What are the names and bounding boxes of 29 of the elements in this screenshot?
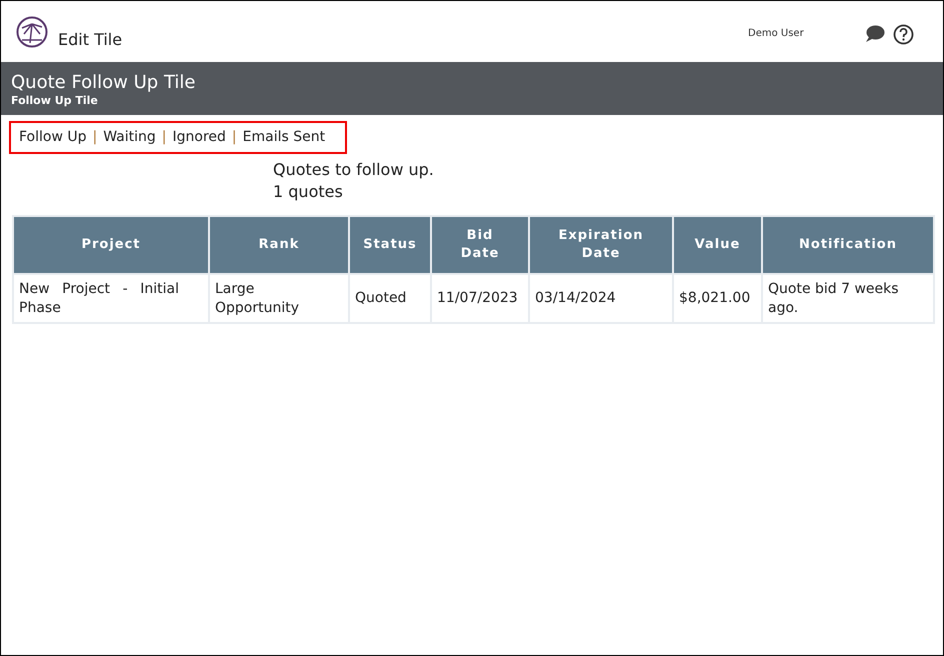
tab-link[interactable]: Ignored xyxy=(172,127,226,148)
tab-link[interactable]: Emails Sent xyxy=(242,127,326,148)
tab-link[interactable]: Waiting xyxy=(103,127,156,148)
column-header: Bid Date xyxy=(460,227,500,263)
banner-subtitle: Follow Up Tile xyxy=(11,94,99,108)
column-header: Project xyxy=(81,236,141,254)
page-title: Edit Tile xyxy=(58,32,122,48)
summary-text: Quotes to follow up. xyxy=(273,159,435,181)
table-cell: Large Opportunity xyxy=(215,280,300,318)
tab-separator: | xyxy=(162,128,166,147)
table-cell: 11/07/2023 xyxy=(437,290,518,306)
user-name[interactable]: Demo User xyxy=(748,26,804,41)
banner-title: Quote Follow Up Tile xyxy=(11,72,196,94)
table-cell: $8,021.00 xyxy=(679,290,750,306)
help-icon[interactable] xyxy=(893,24,914,45)
tab-separator: | xyxy=(92,128,98,147)
table-cell: 03/14/2024 xyxy=(535,290,616,306)
quote-count: 1 quotes xyxy=(273,181,344,203)
column-header: Value xyxy=(694,236,740,254)
column-header: Expiration Date xyxy=(558,227,644,263)
column-header: Status xyxy=(363,236,417,254)
table-cell: Quote bid 7 weeks ago. xyxy=(768,280,899,316)
table-cell: New Project - Initial Phase xyxy=(19,280,179,318)
chat-icon[interactable] xyxy=(865,25,885,43)
table-cell: Quoted xyxy=(355,290,406,306)
tab-separator: | xyxy=(232,128,237,147)
column-header: Rank xyxy=(258,236,300,254)
column-header: Notification xyxy=(799,236,897,254)
tab-link[interactable]: Follow Up xyxy=(19,127,86,148)
